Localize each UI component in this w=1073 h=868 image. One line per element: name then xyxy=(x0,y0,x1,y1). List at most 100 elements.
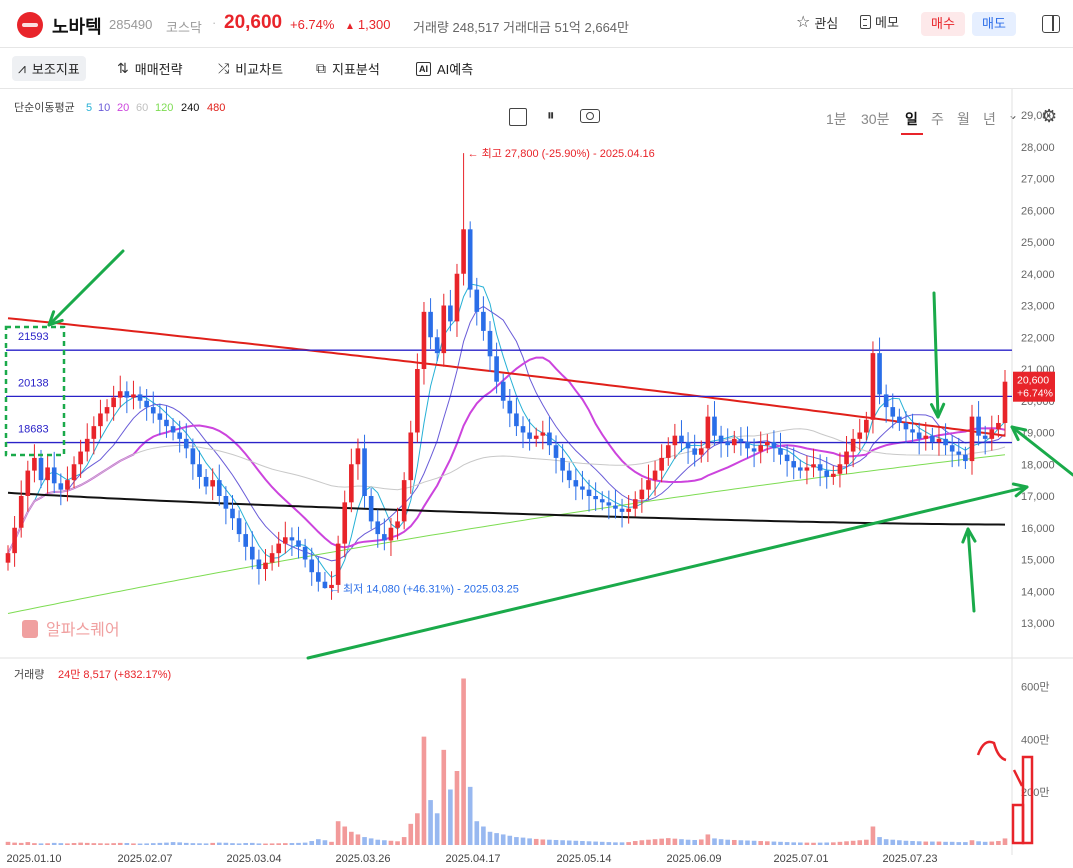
candle-body xyxy=(804,467,810,471)
y-tick-label: 22,000 xyxy=(1021,332,1055,344)
volume-bar xyxy=(441,749,447,845)
volume-bar xyxy=(731,839,737,845)
candle-body xyxy=(289,537,295,541)
ma-legend-item: 120 xyxy=(155,102,173,114)
strategy-button[interactable]: ⇅ 매매전략 xyxy=(117,59,183,78)
ma-legend-item: 480 xyxy=(207,102,225,114)
candle-body xyxy=(982,435,988,439)
volume-bar xyxy=(461,678,466,845)
candle-body xyxy=(276,543,282,554)
volume-bar xyxy=(183,842,189,845)
volume-bar xyxy=(632,841,638,845)
volume-bar xyxy=(850,840,856,845)
candle-body xyxy=(566,470,572,481)
candle-body xyxy=(157,413,163,420)
volume-bar xyxy=(289,843,295,845)
candle-body xyxy=(349,464,354,503)
candle-body xyxy=(844,451,849,465)
sell-button[interactable]: 매도 xyxy=(972,12,1016,36)
volume-bar xyxy=(956,842,962,845)
volume-bar xyxy=(936,841,942,845)
chart-toolbar: ⩘ 보조지표 ⇅ 매매전략 ⤮ 비교차트 ⧉ 지표분석 AI AI예측 ⏸ 1분 30분 … xyxy=(0,49,1073,135)
analysis-button[interactable]: ⧉ 지표분석 xyxy=(316,59,380,78)
candle-body xyxy=(12,527,17,554)
candle-body xyxy=(672,435,678,446)
volume-bar xyxy=(811,842,816,845)
price-chart[interactable]: 21593 20138 18683 29,000 28,000 27,000 26,000… xyxy=(0,89,1073,868)
ai-predict-button[interactable]: AI AI예측 xyxy=(416,59,473,78)
candle-body xyxy=(659,457,664,471)
candle-body xyxy=(467,229,473,290)
candle-body xyxy=(236,518,242,535)
volume-bar xyxy=(78,842,83,845)
volume-bar xyxy=(150,843,156,845)
candle-body xyxy=(256,559,262,570)
volume-bar xyxy=(593,841,598,845)
volume-bar xyxy=(51,842,57,845)
candle-body xyxy=(718,435,724,443)
change-amount: ▲ 1,300 xyxy=(345,17,390,32)
candle-body xyxy=(897,416,902,423)
volume-bar xyxy=(751,840,757,845)
candle-body xyxy=(144,400,149,408)
candle-body xyxy=(731,438,737,446)
volume-bar xyxy=(665,838,671,845)
volume-bar xyxy=(540,839,546,845)
volume-bar xyxy=(989,841,995,845)
y-tick-label: 28,000 xyxy=(1021,142,1055,154)
candle-body xyxy=(632,499,638,509)
change-amount-value: 1,300 xyxy=(357,17,391,32)
candle-body xyxy=(831,473,836,477)
volume-bar xyxy=(368,838,374,845)
candle-body xyxy=(963,454,968,462)
shuffle-icon: ⤮ xyxy=(218,60,230,76)
candle-body xyxy=(316,572,321,582)
star-icon: ☆ xyxy=(796,14,811,31)
stock-name[interactable]: 노바텍 xyxy=(52,13,102,39)
volume-bar xyxy=(415,813,420,845)
ma-legend-item: 10 xyxy=(98,102,110,114)
volume-bar xyxy=(45,843,50,845)
buy-button[interactable]: 매수 xyxy=(921,12,965,36)
volume-bar xyxy=(923,841,929,845)
candle-body xyxy=(223,496,229,509)
volume-bar xyxy=(494,833,499,845)
volume-bar xyxy=(210,842,215,845)
candle-body xyxy=(791,461,797,468)
candle-body xyxy=(190,448,196,465)
side-panel-icon[interactable] xyxy=(1042,15,1060,33)
indicators-button[interactable]: ⩘ 보조지표 xyxy=(12,56,86,81)
volume-bar xyxy=(580,841,585,845)
compare-button[interactable]: ⤮ 비교차트 xyxy=(218,59,283,78)
volume-bar xyxy=(481,826,486,845)
candle-body xyxy=(738,438,744,443)
candle-body xyxy=(375,521,381,535)
volume-bars xyxy=(5,678,1008,845)
ma240-line xyxy=(7,491,1006,526)
candle-body xyxy=(692,448,697,455)
candle-body xyxy=(78,451,83,465)
volume-bar xyxy=(817,842,823,845)
candle-body xyxy=(104,407,110,414)
ma-legend-item: 60 xyxy=(136,102,148,114)
volume-bar xyxy=(890,839,896,845)
volume-bar xyxy=(269,843,275,845)
candle-body xyxy=(137,394,143,401)
red-volume-highlight xyxy=(976,740,1034,845)
candle-body xyxy=(494,356,499,382)
candle-body xyxy=(639,489,645,500)
y-tick-label: 18,000 xyxy=(1021,459,1055,471)
memo-button[interactable]: 메모 xyxy=(860,12,899,31)
volume-bar xyxy=(104,843,110,845)
volume-bar xyxy=(784,842,790,845)
chart-grid xyxy=(0,89,1073,855)
candle-body xyxy=(434,337,440,354)
last-price-label: 20,600 xyxy=(1017,375,1049,387)
candle-body xyxy=(448,305,453,322)
last-pct-label: +6.74% xyxy=(1017,388,1053,400)
volume-bar xyxy=(408,823,414,845)
volume-bar xyxy=(243,843,249,845)
volume-bar xyxy=(778,841,783,845)
candle-body xyxy=(916,432,922,439)
watch-button[interactable]: ☆ 관심 xyxy=(796,12,838,32)
